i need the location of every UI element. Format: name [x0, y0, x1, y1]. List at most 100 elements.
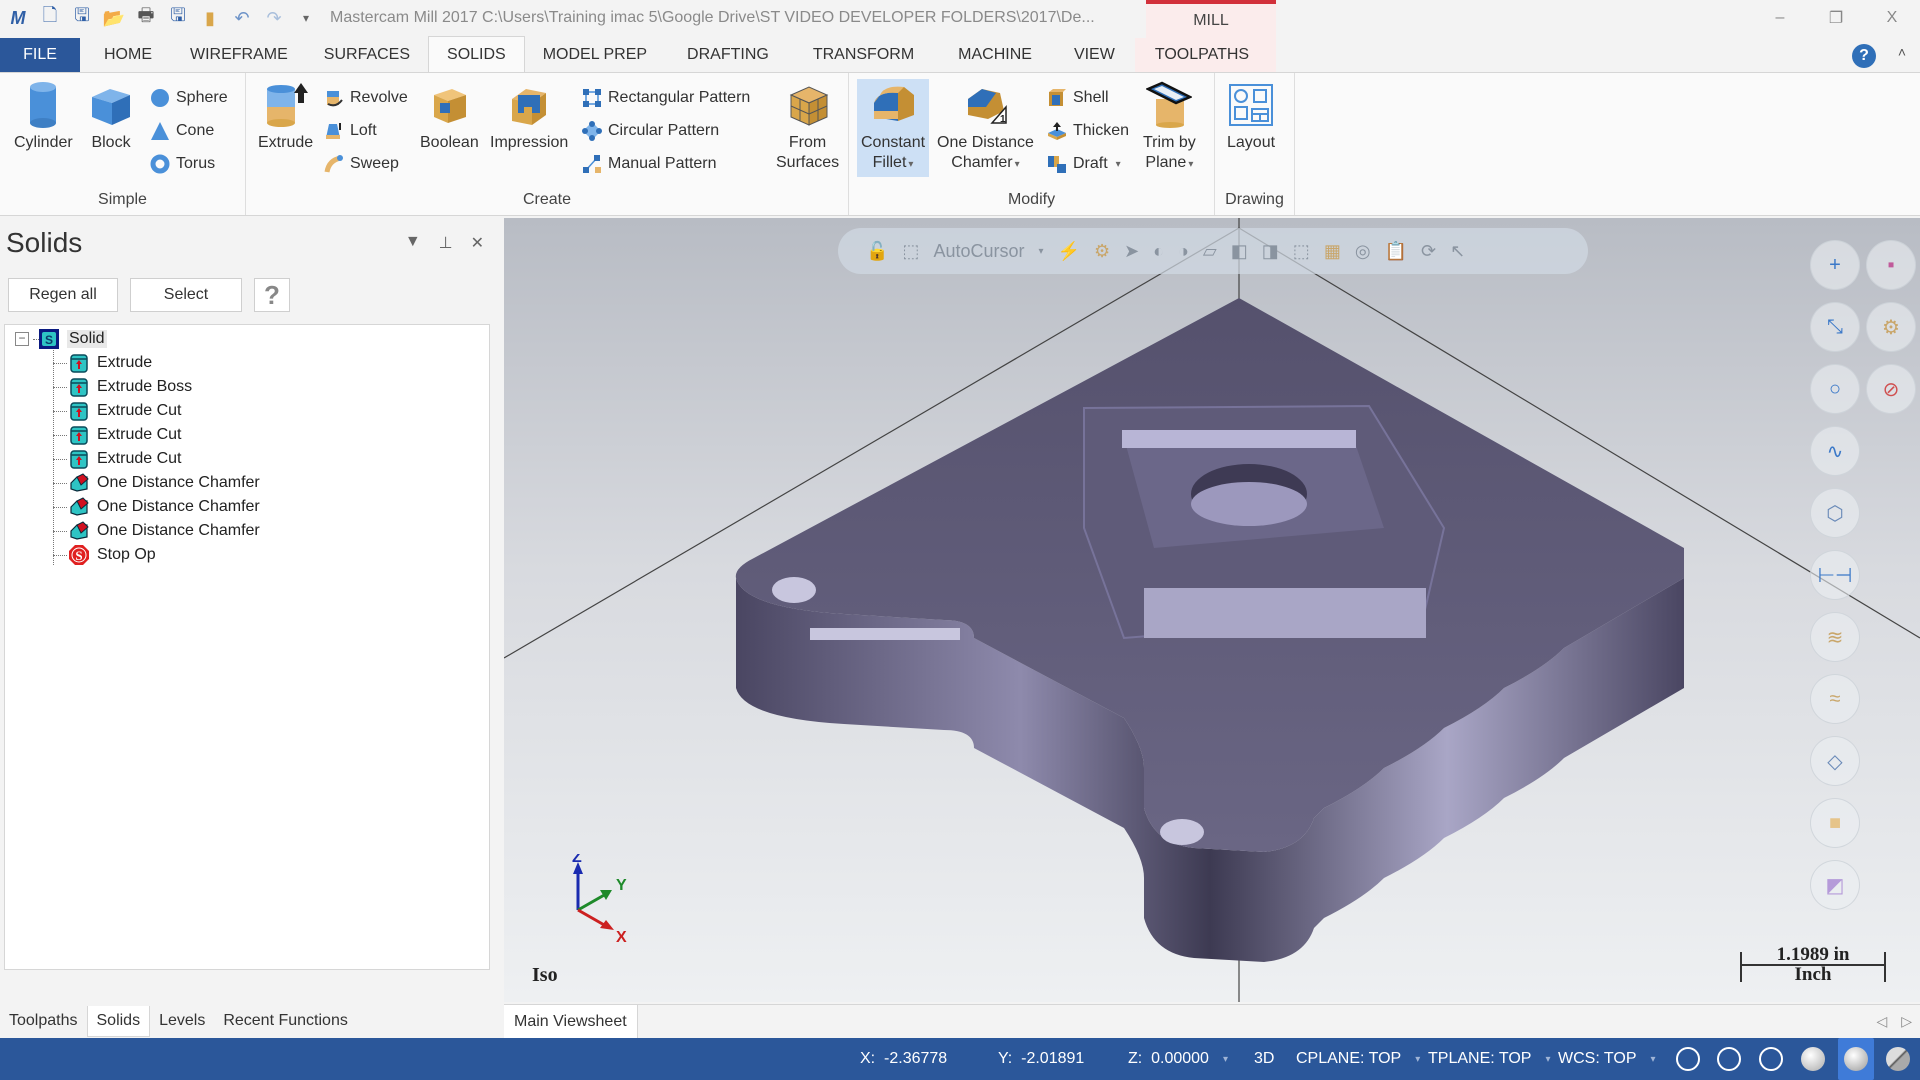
- tab-view[interactable]: VIEW: [1054, 38, 1135, 72]
- verify-selection-icon[interactable]: ◎: [1355, 241, 1371, 262]
- boolean-solid-icon[interactable]: ◩: [1810, 860, 1860, 910]
- spline-icon[interactable]: ∿: [1810, 426, 1860, 476]
- close-button[interactable]: X: [1864, 0, 1920, 36]
- tree-item[interactable]: Extrude: [69, 351, 152, 375]
- save-as-icon[interactable]: 🖫: [166, 5, 190, 30]
- pin-icon[interactable]: ⊥: [439, 233, 453, 253]
- wireframe-globe-icon[interactable]: [1676, 1047, 1700, 1071]
- z-dropdown-icon[interactable]: ▾: [1223, 1054, 1228, 1065]
- select-all-icon[interactable]: ◨: [1262, 241, 1279, 262]
- shaded-sphere-icon[interactable]: [1801, 1047, 1825, 1071]
- collapse-ribbon-icon[interactable]: ˄: [1898, 44, 1906, 60]
- tree-root-solid[interactable]: − S Solid: [15, 327, 107, 351]
- boolean-button[interactable]: Boolean: [420, 81, 479, 153]
- tree-item[interactable]: One Distance Chamfer: [69, 495, 260, 519]
- pointer-icon[interactable]: ↖: [1450, 241, 1465, 262]
- revolve-button[interactable]: Revolve: [324, 85, 408, 111]
- extrude-button[interactable]: Extrude: [258, 81, 313, 153]
- clipboard-select-icon[interactable]: 📋: [1385, 241, 1407, 262]
- constant-fillet-button[interactable]: Constant Fillet ▾: [857, 79, 930, 177]
- dimension-icon[interactable]: ⤡: [1810, 302, 1860, 352]
- loft-button[interactable]: Loft: [324, 118, 377, 144]
- block-solid-icon[interactable]: ■: [1810, 798, 1860, 848]
- customize-qat-icon[interactable]: ▾: [294, 6, 318, 30]
- select-window-icon[interactable]: ◑: [1178, 241, 1189, 262]
- tree-item[interactable]: Extrude Cut: [69, 423, 181, 447]
- select-body-icon[interactable]: ◧: [1231, 241, 1248, 262]
- cylinder-button[interactable]: Cylinder: [14, 81, 73, 153]
- trim-by-plane-button[interactable]: Trim by Plane ▾: [1143, 81, 1196, 175]
- bounding-icon[interactable]: ⊢⊣: [1810, 550, 1860, 600]
- layout-button[interactable]: Layout: [1227, 81, 1275, 153]
- select-solid-face-icon[interactable]: ▱: [1203, 241, 1217, 262]
- circular-pattern-button[interactable]: Circular Pattern: [582, 118, 719, 144]
- cplane-selector[interactable]: CPLANE: TOP ▾: [1296, 1038, 1420, 1080]
- tree-item[interactable]: One Distance Chamfer: [69, 519, 260, 543]
- tree-item[interactable]: S Stop Op: [69, 543, 156, 567]
- tab-solids[interactable]: SOLIDS: [428, 36, 525, 72]
- sweep-button[interactable]: Sweep: [324, 151, 399, 177]
- panel-close-icon[interactable]: ✕: [471, 233, 484, 253]
- tab-drafting[interactable]: DRAFTING: [665, 38, 791, 72]
- tree-item[interactable]: Extrude Cut: [69, 399, 181, 423]
- sphere-button[interactable]: Sphere: [150, 85, 228, 111]
- autocursor-icon[interactable]: ⬚: [902, 241, 919, 262]
- folder-icon[interactable]: ▮: [198, 6, 222, 30]
- solid-cube-icon[interactable]: ◇: [1810, 736, 1860, 786]
- save-icon[interactable]: 🖫: [70, 5, 94, 30]
- collapse-icon[interactable]: −: [15, 332, 29, 346]
- tree-item[interactable]: Extrude Boss: [69, 375, 192, 399]
- tab-solids-manager[interactable]: Solids: [86, 1005, 151, 1037]
- restore-button[interactable]: ❐: [1808, 0, 1864, 36]
- autocursor-dropdown-icon[interactable]: ▾: [1038, 246, 1043, 257]
- tab-home[interactable]: HOME: [80, 38, 172, 72]
- translucency-icon[interactable]: [1886, 1047, 1910, 1071]
- main-viewsheet-tab[interactable]: Main Viewsheet: [504, 1005, 638, 1039]
- wcs-dropdown-icon[interactable]: ▾: [1651, 1054, 1656, 1065]
- print-icon[interactable]: 🖶: [134, 5, 158, 30]
- tab-transform[interactable]: TRANSFORM: [791, 38, 936, 72]
- select-button[interactable]: Select: [130, 278, 242, 312]
- impression-button[interactable]: Impression: [490, 81, 568, 153]
- window-mode-icon[interactable]: ▦: [1324, 241, 1341, 262]
- tplane-dropdown-icon[interactable]: ▾: [1545, 1054, 1550, 1065]
- tab-recent-functions[interactable]: Recent Functions: [214, 1006, 357, 1036]
- rectangular-pattern-button[interactable]: Rectangular Pattern: [582, 85, 750, 111]
- settings-icon[interactable]: ⚙: [1866, 302, 1916, 352]
- mode-3d-toggle[interactable]: 3D: [1254, 1038, 1274, 1080]
- z-coordinate[interactable]: Z: 0.00000 ▾: [1128, 1038, 1228, 1080]
- from-surfaces-button[interactable]: From Surfaces: [776, 81, 839, 173]
- manual-pattern-button[interactable]: Manual Pattern: [582, 151, 717, 177]
- add-point-icon[interactable]: +: [1810, 240, 1860, 290]
- lock-icon[interactable]: 🔓: [866, 241, 888, 262]
- tab-toolpaths-manager[interactable]: Toolpaths: [0, 1006, 87, 1036]
- tab-levels-manager[interactable]: Levels: [150, 1006, 214, 1036]
- shell-button[interactable]: Shell: [1047, 85, 1109, 111]
- block-button[interactable]: Block: [88, 81, 134, 153]
- tab-model-prep[interactable]: MODEL PREP: [525, 38, 665, 72]
- tree-item[interactable]: One Distance Chamfer: [69, 471, 260, 495]
- select-chain-icon[interactable]: ◐: [1153, 241, 1164, 262]
- mastercam-logo-icon[interactable]: M: [6, 6, 30, 30]
- draft-button[interactable]: Draft ▾: [1047, 151, 1121, 177]
- shaded-with-edges-icon[interactable]: [1844, 1047, 1868, 1071]
- one-distance-chamfer-button[interactable]: 1 One Distance Chamfer ▾: [937, 81, 1034, 175]
- spark-icon[interactable]: ⚡: [1058, 241, 1080, 262]
- torus-button[interactable]: Torus: [150, 151, 215, 177]
- settings-gear-icon[interactable]: ⚙: [1094, 241, 1110, 262]
- cone-button[interactable]: Cone: [150, 118, 214, 144]
- select-arrow-icon[interactable]: ➤: [1124, 241, 1139, 262]
- tree-item[interactable]: Extrude Cut: [69, 447, 181, 471]
- panel-menu-dropdown-icon[interactable]: ▼: [405, 233, 421, 253]
- regen-all-button[interactable]: Regen all: [8, 278, 118, 312]
- undo-icon[interactable]: ↶: [230, 6, 254, 30]
- selection-mode-icon[interactable]: ⬚: [1293, 241, 1310, 262]
- section-globe-icon[interactable]: [1759, 1047, 1783, 1071]
- tab-toolpaths[interactable]: TOOLPATHS: [1134, 38, 1270, 72]
- tplane-selector[interactable]: TPLANE: TOP ▾: [1428, 1038, 1550, 1080]
- help-icon[interactable]: ?: [1852, 44, 1876, 68]
- tab-surfaces[interactable]: SURFACES: [306, 38, 428, 72]
- color-palette-icon[interactable]: ▪: [1866, 240, 1916, 290]
- surface-blend-icon[interactable]: ≈: [1810, 674, 1860, 724]
- surface-icon[interactable]: ≋: [1810, 612, 1860, 662]
